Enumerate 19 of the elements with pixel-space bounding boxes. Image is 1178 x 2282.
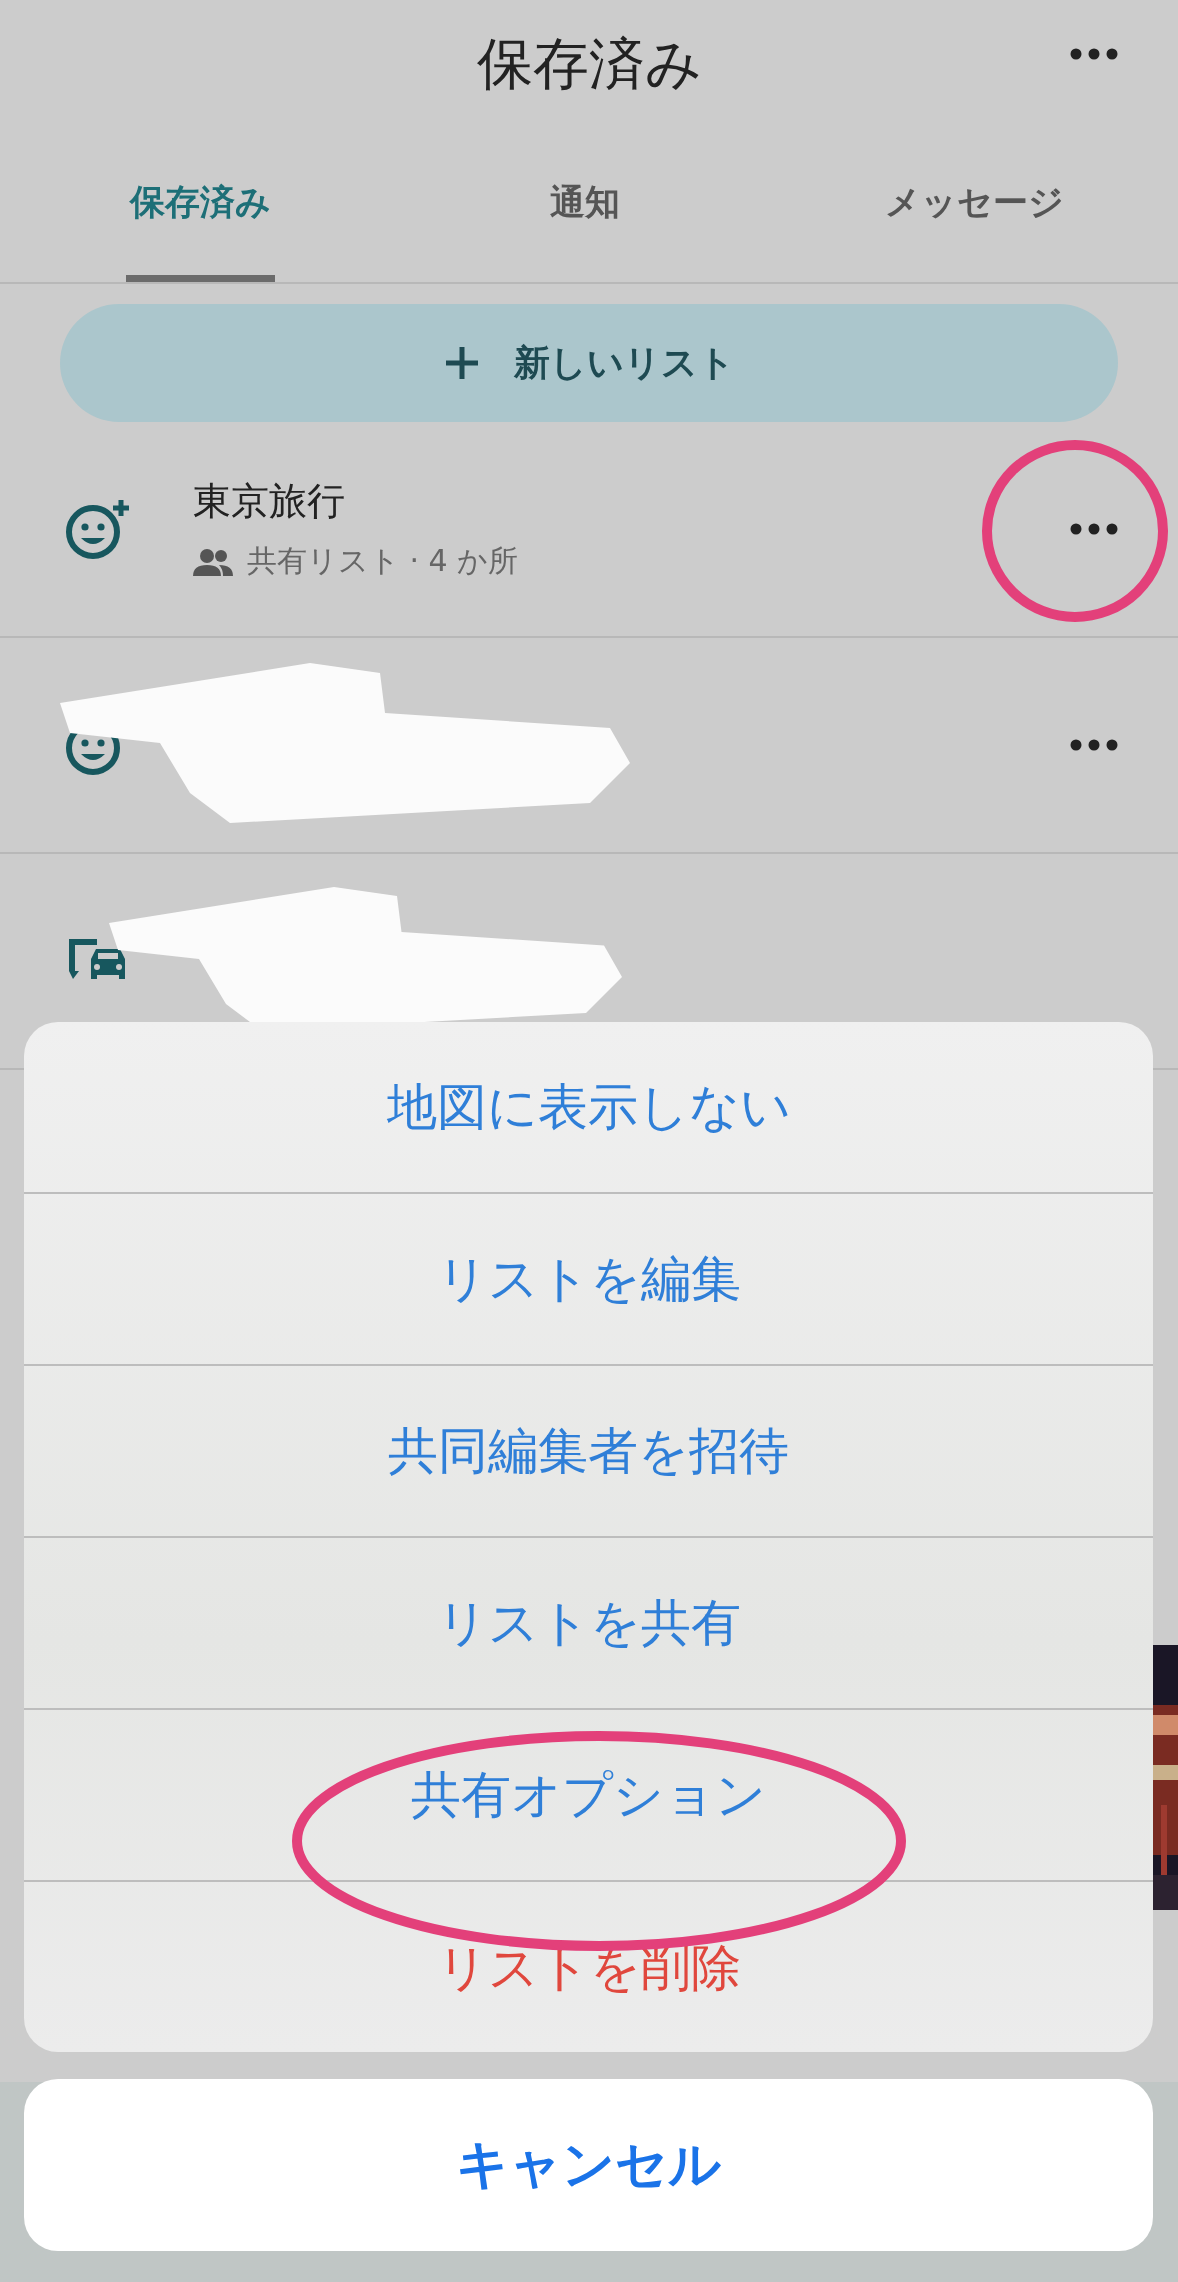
more-icon[interactable] [1070, 48, 1118, 60]
new-list-button[interactable]: 新しいリスト [60, 304, 1118, 422]
menu-item[interactable]: 共同編集者を招待 [24, 1366, 1153, 1538]
tab[interactable]: 通知 [546, 130, 624, 282]
menu-item[interactable]: 共有オプション [24, 1710, 1153, 1882]
plus-icon [443, 345, 480, 381]
tab[interactable]: 保存済み [125, 130, 275, 282]
list-subtitle: 共有リスト · 4 か所 [247, 542, 519, 580]
screen-title: 保存済み [476, 30, 702, 98]
menu-item[interactable]: 地図に表示しない [24, 1022, 1153, 1194]
list-title: 東京旅行 [193, 478, 346, 525]
smiley-plus-icon [65, 498, 131, 560]
more-icon[interactable] [1070, 523, 1118, 535]
tab[interactable]: メッセージ [880, 130, 1068, 282]
menu-item[interactable]: リストを編集 [24, 1194, 1153, 1366]
cancel-button[interactable]: キャンセル [24, 2079, 1153, 2251]
menu-item[interactable]: リストを共有 [24, 1538, 1153, 1710]
more-icon[interactable] [1070, 739, 1118, 751]
menu-item[interactable]: リストを削除 [24, 1882, 1153, 2052]
